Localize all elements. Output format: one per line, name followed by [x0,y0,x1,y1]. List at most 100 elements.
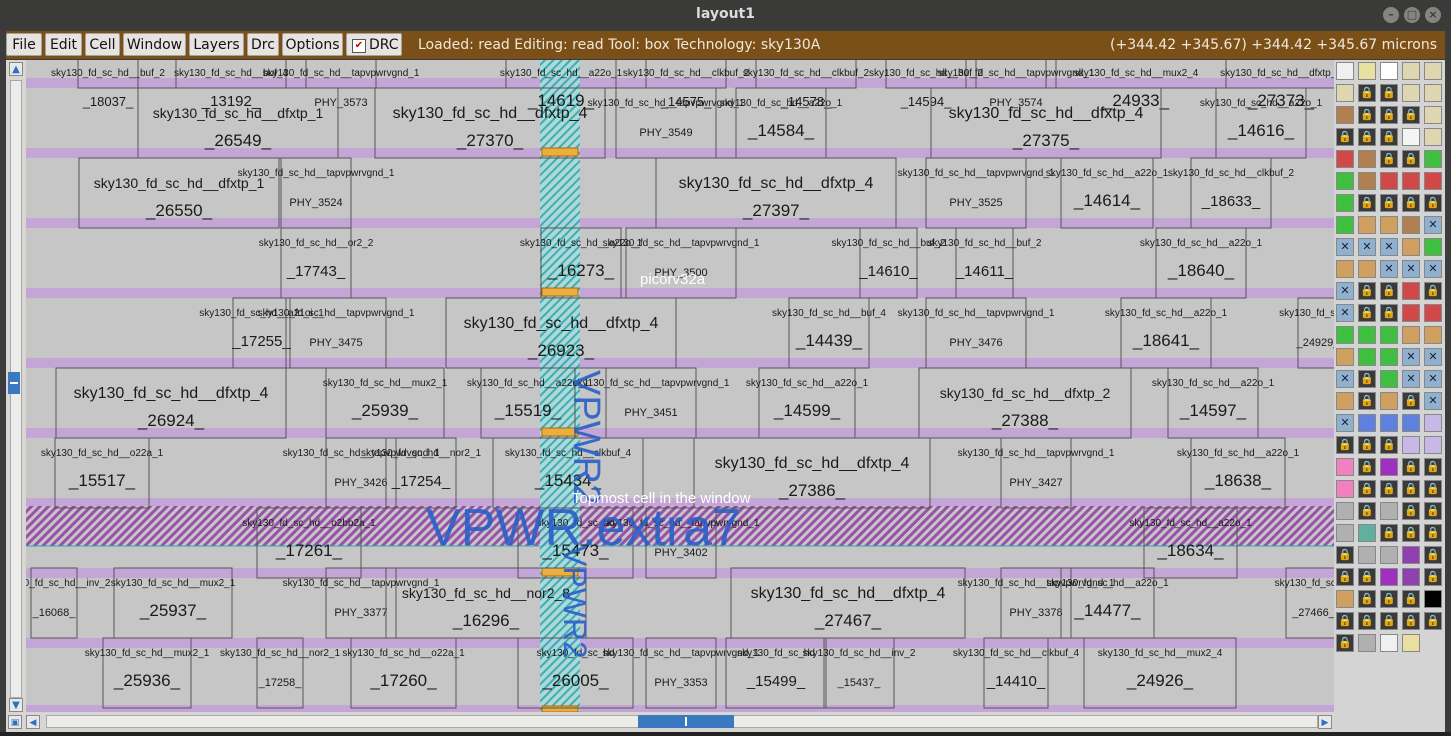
layer-lock-icon[interactable]: 🔒 [1358,282,1376,300]
layer-lock-icon[interactable]: 🔒 [1424,612,1442,630]
layer-swatch[interactable] [1336,172,1354,190]
cell-instance[interactable]: sky130_fd_sc_hd__mux2_1 _25937_ [111,567,236,639]
layer-swatch[interactable] [1336,348,1354,366]
layer-swatch[interactable] [1380,216,1398,234]
layer-swatch[interactable] [1402,546,1420,564]
layer-swatch[interactable] [1380,172,1398,190]
drc-checkbox[interactable]: ✔ [352,39,366,53]
layer-swatch[interactable] [1424,590,1442,608]
layer-lock-icon[interactable]: 🔒 [1424,546,1442,564]
layer-swatch[interactable] [1336,260,1354,278]
layer-swatch[interactable] [1402,282,1420,300]
layer-lock-icon[interactable]: 🔒 [1380,194,1398,212]
cell-instance[interactable]: sky130_fd_sc_hd__a22o_1 _14614_ [1046,157,1169,229]
layer-swatch[interactable] [1402,326,1420,344]
layer-swatch[interactable] [1424,172,1442,190]
layer-lock-icon[interactable]: 🔒 [1424,568,1442,586]
layer-swatch[interactable] [1358,150,1376,168]
layer-swatch[interactable]: ✕ [1380,260,1398,278]
layer-lock-icon[interactable]: 🔒 [1380,304,1398,322]
vertical-scrollbar[interactable]: ▲ ▼ [6,60,26,712]
layer-lock-icon[interactable]: 🔒 [1380,436,1398,454]
cell-instance[interactable]: sky130_fd_sc_hd__a22o_1 _14616_ [1200,87,1323,159]
layer-lock-icon[interactable]: 🔒 [1402,150,1420,168]
menu-options[interactable]: Options [282,33,343,56]
layer-swatch[interactable] [1402,304,1420,322]
layer-lock-icon[interactable]: 🔒 [1402,194,1420,212]
layout-canvas[interactable]: sky130_fd_sc_hd__buf_2 _18037_ sky130_fd_s… [26,60,1334,712]
layer-swatch[interactable] [1402,84,1420,102]
cell-instance[interactable]: sky130_fd_sc_hd__a22o_1 _14599_ [746,367,869,439]
layer-swatch[interactable] [1424,106,1442,124]
layer-lock-icon[interactable]: 🔒 [1402,612,1420,630]
layer-lock-icon[interactable]: 🔒 [1358,370,1376,388]
layer-swatch[interactable] [1336,524,1354,542]
cell-instance[interactable]: sky130_fd_sc_hd__dfxtp_2 _27388_ [918,367,1132,439]
layer-swatch[interactable]: ✕ [1336,304,1354,322]
menu-cell[interactable]: Cell [85,33,120,56]
layer-swatch[interactable] [1336,216,1354,234]
layer-lock-icon[interactable]: 🔒 [1336,546,1354,564]
layer-lock-icon[interactable]: 🔒 [1380,590,1398,608]
layer-lock-icon[interactable]: 🔒 [1424,282,1442,300]
layer-swatch[interactable]: ✕ [1424,392,1442,410]
cell-instance[interactable]: sky130_fd_sc_hd__tapvpwrvgnd_1 PHY_3427 [958,437,1115,509]
layer-lock-icon[interactable]: 🔒 [1336,436,1354,454]
layer-lock-icon[interactable]: 🔒 [1336,128,1354,146]
layer-swatch[interactable] [1380,370,1398,388]
maximize-button[interactable]: □ [1404,7,1420,23]
cell-instance[interactable]: sky130_fd_sc_hd__tapvpwrvgnd_1 PHY_3524 [238,157,395,229]
layer-swatch[interactable] [1424,436,1442,454]
layer-swatch[interactable] [1336,590,1354,608]
layer-lock-icon[interactable]: 🔒 [1358,612,1376,630]
cell-instance[interactable]: sky130_fd_sc_hd__a22o_1 _14597_ [1152,367,1275,439]
layer-lock-icon[interactable]: 🔒 [1336,612,1354,630]
cell-instance[interactable]: sky130_fd_sc_hd _24929_ [1279,297,1334,369]
cell-instance[interactable]: sky130_fd_sc_hd__dfxtp_4 _26924_ [55,367,287,439]
cell-instance[interactable]: sky130_fd_sc_hd__tapvpwrvgnd_1 PHY_3525 [898,157,1055,229]
layer-swatch[interactable]: ✕ [1358,238,1376,256]
menu-edit[interactable]: Edit [45,33,82,56]
layer-swatch[interactable]: ✕ [1424,370,1442,388]
vertical-scroll-thumb[interactable] [8,372,20,394]
layer-swatch[interactable] [1336,480,1354,498]
layer-swatch[interactable] [1358,546,1376,564]
layer-lock-icon[interactable]: 🔒 [1424,194,1442,212]
layer-lock-icon[interactable]: 🔒 [1380,150,1398,168]
layer-swatch[interactable] [1380,458,1398,476]
layer-swatch[interactable]: ✕ [1424,348,1442,366]
cell-instance[interactable]: sky130_fd_sc_hd__tapvpwrvgnd_1PHY_3377 [283,567,440,639]
cell-instance[interactable]: sky130_fd_sc_hd__nor2_1 _17254_ [361,437,482,509]
layer-swatch[interactable] [1424,84,1442,102]
layer-lock-icon[interactable]: 🔒 [1358,590,1376,608]
layer-swatch[interactable] [1358,62,1376,80]
layer-swatch[interactable]: ✕ [1424,216,1442,234]
scroll-up-arrow-icon[interactable]: ▲ [9,62,23,76]
menu-drc[interactable]: Drc [247,33,279,56]
layer-swatch[interactable] [1358,216,1376,234]
layer-lock-icon[interactable]: 🔒 [1358,568,1376,586]
cell-instance[interactable]: sky130_fd_sc_hd__clkbuf_2 _18633_ [1168,157,1295,229]
layer-lock-icon[interactable]: 🔒 [1358,304,1376,322]
layer-lock-icon[interactable]: 🔒 [1358,194,1376,212]
layer-lock-icon[interactable]: 🔒 [1358,480,1376,498]
layer-swatch[interactable] [1380,392,1398,410]
layer-swatch[interactable] [1424,238,1442,256]
layer-swatch[interactable] [1380,62,1398,80]
layer-lock-icon[interactable]: 🔒 [1402,392,1420,410]
layer-lock-icon[interactable]: 🔒 [1402,480,1420,498]
layer-swatch[interactable] [1336,502,1354,520]
cell-instance[interactable]: sky130_fd_sc_hd__a22o_1 _14477_ [1046,567,1169,639]
layer-lock-icon[interactable]: 🔒 [1380,480,1398,498]
menu-file[interactable]: File [6,33,42,56]
menu-layers[interactable]: Layers [189,33,244,56]
layer-lock-icon[interactable]: 🔒 [1358,392,1376,410]
layer-lock-icon[interactable]: 🔒 [1380,84,1398,102]
layer-swatch[interactable] [1424,304,1442,322]
layer-swatch[interactable] [1336,150,1354,168]
layer-lock-icon[interactable]: 🔒 [1380,524,1398,542]
cell-instance[interactable]: sky130_fd_sc_hd__o22a_1 _15517_ [41,437,164,509]
scroll-left-arrow-icon[interactable]: ◀ [26,715,40,729]
layer-lock-icon[interactable]: 🔒 [1380,282,1398,300]
cell-instance[interactable]: sky130_fd_sc_hd__or2_2 _17743_ [259,227,374,299]
